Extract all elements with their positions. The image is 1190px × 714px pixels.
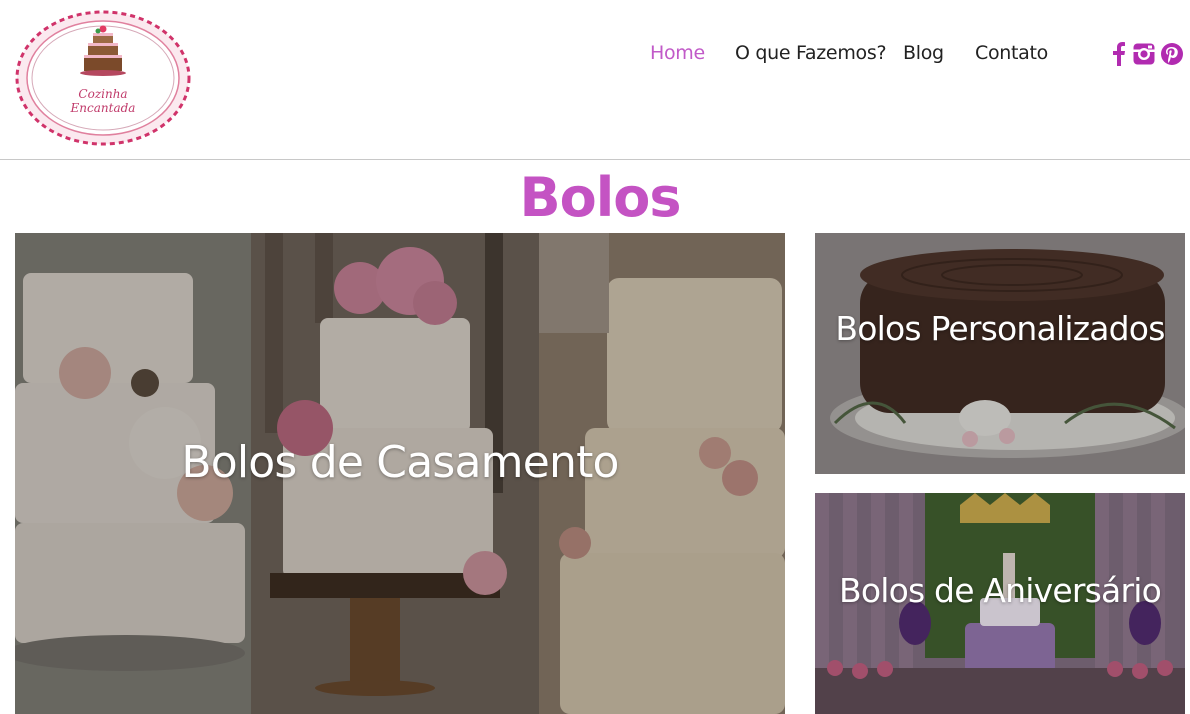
tile-bolos-de-casamento[interactable]: Bolos de Casamento xyxy=(15,233,785,714)
logo-badge: Cozinha Encantada xyxy=(15,10,191,146)
site-header: Cozinha Encantada Home O que Fazemos? Bl… xyxy=(0,0,1190,160)
tile-label-personalizados: Bolos Personalizados xyxy=(835,309,1165,348)
nav-item-o-que-fazemos[interactable]: O que Fazemos? xyxy=(735,42,887,64)
tile-label-aniversario: Bolos de Aniversário xyxy=(838,571,1162,610)
chocolate-cake-image xyxy=(815,233,1185,474)
tile-bolos-personalizados[interactable]: Bolos Personalizados xyxy=(815,233,1185,474)
tile-bolos-de-aniversario[interactable]: Bolos de Aniversário xyxy=(815,493,1185,714)
nav-item-contato[interactable]: Contato xyxy=(975,42,1048,64)
brand-logo[interactable]: Cozinha Encantada xyxy=(14,8,192,148)
social-links xyxy=(1108,40,1188,70)
nav-item-home[interactable]: Home xyxy=(650,42,705,64)
nav-item-blog[interactable]: Blog xyxy=(903,42,944,64)
header-divider xyxy=(0,159,1190,160)
facebook-icon[interactable] xyxy=(1108,40,1132,68)
logo-line-1: Cozinha xyxy=(78,87,127,101)
instagram-icon[interactable] xyxy=(1132,40,1156,68)
logo-line-2: Encantada xyxy=(70,101,136,115)
pinterest-icon[interactable] xyxy=(1160,40,1184,68)
tile-label-casamento: Bolos de Casamento xyxy=(181,437,619,488)
section-title: Bolos xyxy=(519,166,681,229)
